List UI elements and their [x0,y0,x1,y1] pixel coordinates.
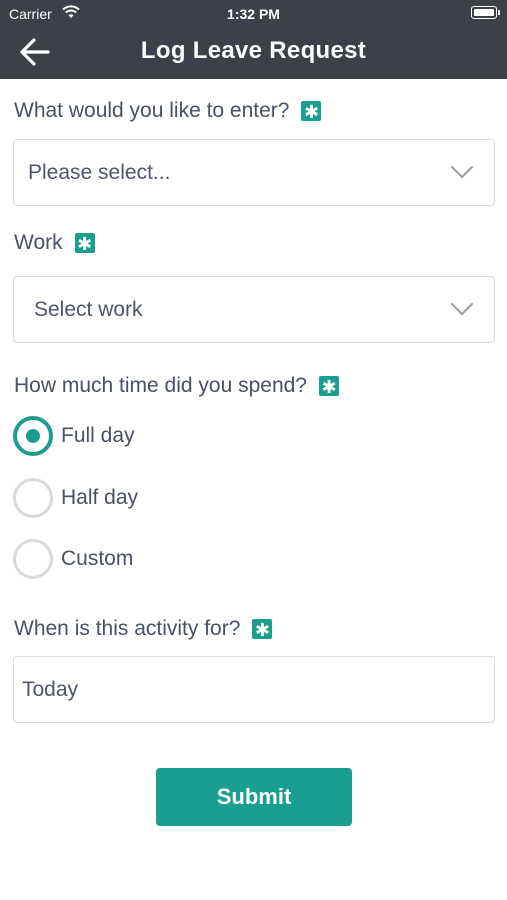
work-label-text: Work [14,231,63,254]
time-spent-label-text: How much time did you spend? [14,374,307,397]
work-select[interactable]: Select work [13,276,495,343]
required-icon: ✱ [319,376,339,397]
required-icon: ✱ [301,101,322,122]
radio-selected-icon[interactable] [13,416,53,456]
entry-type-select[interactable]: Please select... [13,139,495,206]
radio-unselected-icon[interactable] [13,478,53,518]
time-spent-label: How much time did you spend? ✱ [14,374,339,398]
battery-icon [471,6,500,19]
required-icon: ✱ [74,233,95,254]
entry-type-label: What would you like to enter? ✱ [14,99,322,123]
chevron-down-icon [450,165,474,179]
chevron-down-icon [450,302,474,316]
radio-unselected-icon[interactable] [13,539,53,579]
radio-label: Full day [61,424,135,447]
entry-type-value: Please select... [28,161,171,184]
activity-date-field[interactable]: Today [13,656,495,723]
radio-half-day[interactable]: Half day [13,477,138,519]
status-time: 1:32 PM [227,6,280,22]
top-bar: Carrier 1:32 PM Log Leave Request [0,0,507,79]
submit-button[interactable]: Submit [156,768,352,826]
work-value: Select work [34,298,143,321]
required-icon: ✱ [252,619,273,640]
page-title: Log Leave Request [140,37,367,64]
activity-date-label-text: When is this activity for? [14,617,241,640]
radio-label: Half day [61,486,139,509]
radio-custom[interactable]: Custom [13,538,133,580]
activity-date-value: Today [22,678,79,701]
activity-date-label: When is this activity for? ✱ [14,617,273,641]
status-bar: Carrier 1:32 PM [0,0,507,28]
radio-full-day[interactable]: Full day [13,415,135,457]
work-label: Work ✱ [14,231,95,255]
radio-label: Custom [61,547,134,570]
entry-type-label-text: What would you like to enter? [14,99,290,122]
